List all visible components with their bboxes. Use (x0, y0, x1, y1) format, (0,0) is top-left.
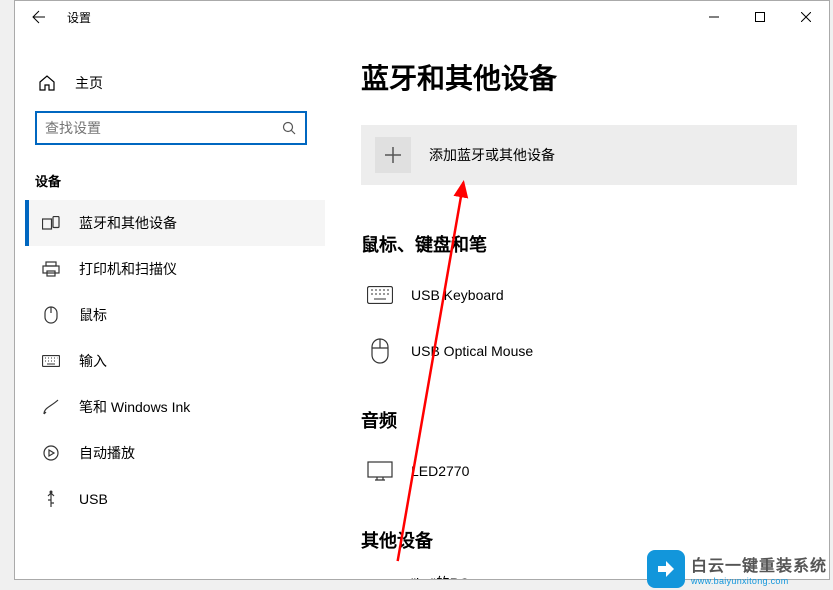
device-label: USB Optical Mouse (411, 343, 533, 359)
plus-icon (375, 137, 411, 173)
close-icon (801, 12, 811, 22)
keyboard-device-icon (361, 286, 399, 304)
group-audio: 音频 (361, 407, 809, 433)
titlebar: 设置 (15, 1, 829, 33)
device-label: USB Keyboard (411, 287, 504, 303)
keyboard-icon (41, 355, 61, 367)
watermark-logo-icon (647, 550, 685, 588)
nav-item-bluetooth[interactable]: 蓝牙和其他设备 (25, 200, 325, 246)
watermark-sub: www.baiyunxitong.com (691, 576, 827, 586)
nav-item-label: 打印机和扫描仪 (79, 259, 177, 279)
home-label: 主页 (75, 73, 103, 93)
sidebar: 主页 设备 蓝牙和其他设备 (15, 33, 325, 579)
device-keyboard[interactable]: USB Keyboard (361, 271, 809, 319)
minimize-button[interactable] (691, 1, 737, 33)
nav-item-label: USB (79, 491, 108, 507)
monitor-device-icon (361, 461, 399, 481)
nav-item-label: 自动播放 (79, 443, 135, 463)
mouse-icon (41, 306, 61, 324)
watermark: 白云一键重装系统 www.baiyunxitong.com (647, 550, 827, 588)
add-device-button[interactable]: 添加蓝牙或其他设备 (361, 125, 797, 185)
page-title: 蓝牙和其他设备 (361, 57, 809, 97)
add-device-label: 添加蓝牙或其他设备 (429, 145, 555, 165)
nav-item-usb[interactable]: USB (25, 476, 325, 522)
search-container (35, 111, 307, 145)
content: 主页 设备 蓝牙和其他设备 (15, 33, 829, 579)
pen-icon (41, 398, 61, 416)
device-label: "hc"的PC (411, 573, 469, 580)
window-controls (691, 1, 829, 33)
close-button[interactable] (783, 1, 829, 33)
search-box[interactable] (35, 111, 307, 145)
device-label: LED2770 (411, 463, 469, 479)
device-monitor[interactable]: LED2770 (361, 447, 809, 495)
sidebar-section-label: 设备 (35, 171, 325, 190)
watermark-main: 白云一键重装系统 (691, 552, 827, 576)
home-icon (37, 74, 57, 92)
printer-icon (41, 261, 61, 277)
settings-window: 设置 主页 (14, 0, 830, 580)
nav-list: 蓝牙和其他设备 打印机和扫描仪 鼠标 (25, 200, 325, 522)
back-arrow-icon (31, 9, 47, 25)
maximize-icon (755, 12, 765, 22)
main-panel: 蓝牙和其他设备 添加蓝牙或其他设备 鼠标、键盘和笔 USB Keyboard U… (325, 33, 829, 579)
autoplay-icon (41, 445, 61, 461)
home-button[interactable]: 主页 (25, 61, 325, 105)
group-mouse-keyboard: 鼠标、键盘和笔 (361, 231, 809, 257)
nav-item-label: 鼠标 (79, 305, 107, 325)
device-info: "hc"的PC 未连接 (411, 573, 469, 580)
nav-item-label: 蓝牙和其他设备 (79, 213, 177, 233)
nav-item-label: 笔和 Windows Ink (79, 397, 190, 417)
devices-icon (41, 216, 61, 230)
window-title: 设置 (67, 9, 91, 26)
device-mouse[interactable]: USB Optical Mouse (361, 327, 809, 375)
nav-item-pen[interactable]: 笔和 Windows Ink (25, 384, 325, 430)
nav-item-printers[interactable]: 打印机和扫描仪 (25, 246, 325, 292)
search-input[interactable] (45, 120, 281, 136)
search-icon (281, 120, 297, 136)
nav-item-typing[interactable]: 输入 (25, 338, 325, 384)
maximize-button[interactable] (737, 1, 783, 33)
minimize-icon (709, 12, 719, 22)
nav-item-mouse[interactable]: 鼠标 (25, 292, 325, 338)
nav-item-autoplay[interactable]: 自动播放 (25, 430, 325, 476)
mouse-device-icon (361, 338, 399, 364)
watermark-text: 白云一键重装系统 www.baiyunxitong.com (691, 552, 827, 586)
nav-item-label: 输入 (79, 351, 107, 371)
usb-icon (41, 490, 61, 508)
back-button[interactable] (15, 1, 63, 33)
